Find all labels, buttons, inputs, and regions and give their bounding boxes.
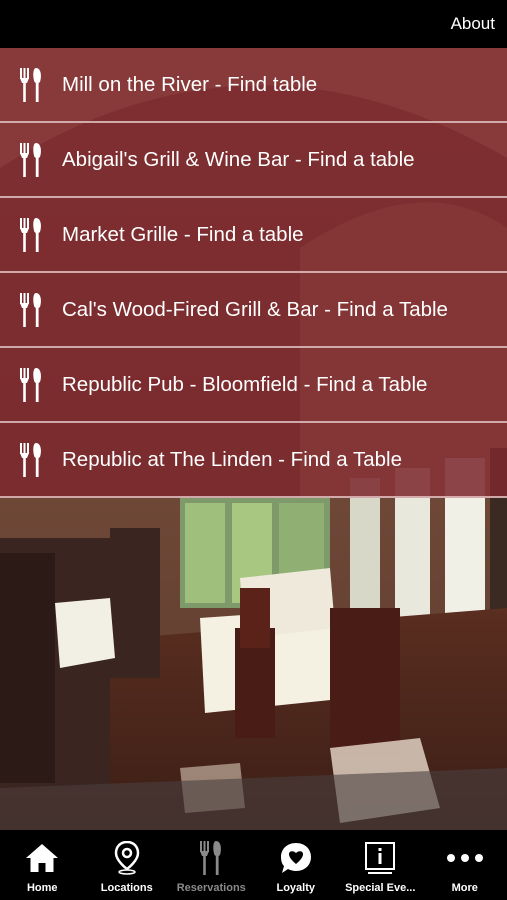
- restaurant-label: Republic at The Linden - Find a Table: [62, 447, 402, 471]
- restaurant-row-market-grille[interactable]: Market Grille - Find a table: [0, 198, 507, 273]
- tab-home[interactable]: Home: [0, 830, 85, 900]
- restaurant-label: Market Grille - Find a table: [62, 222, 304, 246]
- bottom-tab-bar: Home Locations Reservations Loyalty Spec…: [0, 830, 507, 900]
- about-button[interactable]: About: [451, 14, 495, 34]
- tab-label: Special Eve...: [345, 882, 416, 894]
- tab-loyalty[interactable]: Loyalty: [254, 830, 339, 900]
- restaurant-row-cals[interactable]: Cal's Wood-Fired Grill & Bar - Find a Ta…: [0, 273, 507, 348]
- tab-reservations[interactable]: Reservations: [169, 830, 254, 900]
- fork-knife-icon: [0, 348, 62, 421]
- fork-knife-icon: [200, 840, 222, 876]
- tab-label: Locations: [100, 882, 153, 894]
- tab-special-events[interactable]: Special Eve...: [338, 830, 423, 900]
- tab-label: Loyalty: [276, 882, 315, 894]
- top-bar: About: [0, 0, 507, 48]
- fork-knife-icon: [0, 198, 62, 271]
- restaurant-label: Abigail's Grill & Wine Bar - Find a tabl…: [62, 147, 415, 171]
- restaurant-label: Cal's Wood-Fired Grill & Bar - Find a Ta…: [62, 297, 448, 321]
- restaurant-row-republic-linden[interactable]: Republic at The Linden - Find a Table: [0, 423, 507, 498]
- restaurant-row-republic-pub[interactable]: Republic Pub - Bloomfield - Find a Table: [0, 348, 507, 423]
- fork-knife-icon: [0, 423, 62, 496]
- tab-label: Home: [26, 882, 58, 894]
- restaurant-row-abigails[interactable]: Abigail's Grill & Wine Bar - Find a tabl…: [0, 123, 507, 198]
- fork-knife-icon: [0, 123, 62, 196]
- location-pin-icon: [114, 840, 140, 876]
- tab-label: Reservations: [176, 882, 246, 894]
- home-icon: [25, 840, 59, 876]
- info-board-icon: [364, 840, 396, 876]
- restaurant-label: Republic Pub - Bloomfield - Find a Table: [62, 372, 428, 396]
- more-dots-icon: [446, 840, 484, 876]
- fork-knife-icon: [0, 273, 62, 346]
- fork-knife-icon: [0, 48, 62, 121]
- tab-more[interactable]: More: [423, 830, 507, 900]
- restaurant-row-mill-on-the-river[interactable]: Mill on the River - Find table: [0, 48, 507, 123]
- restaurant-list: Mill on the River - Find table Abigail's…: [0, 48, 507, 498]
- tab-locations[interactable]: Locations: [85, 830, 170, 900]
- tab-label: More: [451, 882, 478, 894]
- restaurant-label: Mill on the River - Find table: [62, 72, 318, 96]
- heart-bubble-icon: [279, 840, 313, 876]
